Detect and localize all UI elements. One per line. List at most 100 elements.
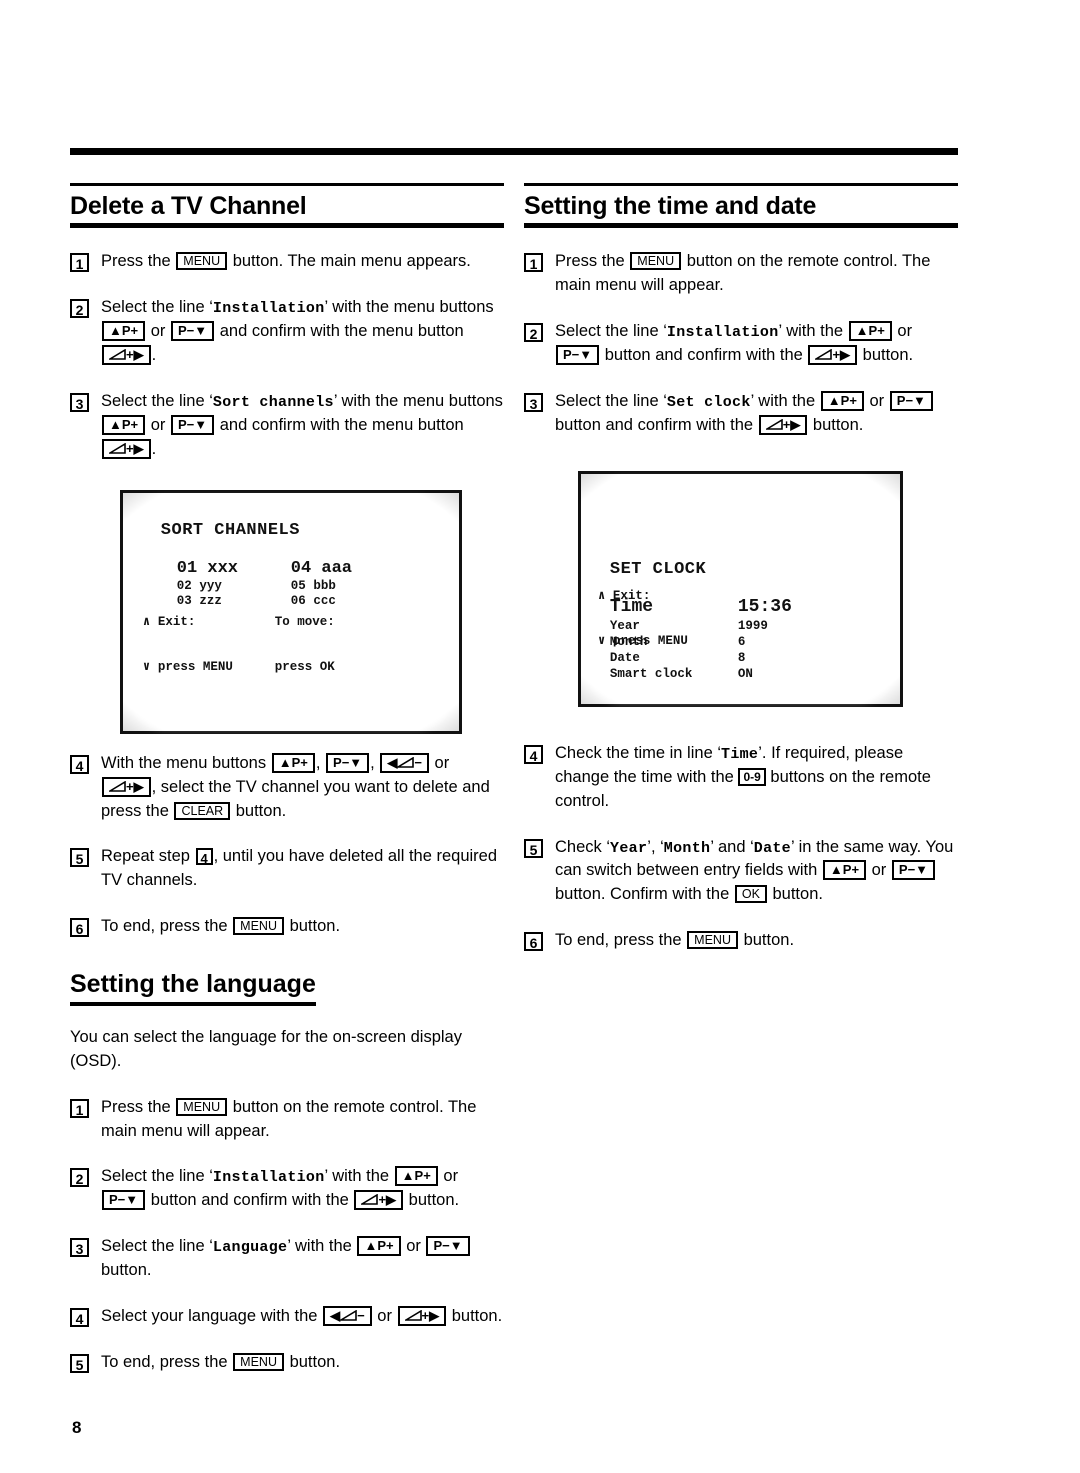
step-number: 4 xyxy=(70,754,89,774)
step-item: 6 To end, press the MENU button. xyxy=(70,915,504,939)
key-label-plus: + xyxy=(300,754,308,770)
step-text-part: button. xyxy=(772,885,823,904)
key-menu[interactable]: MENU xyxy=(630,252,682,271)
quote-close: ’ xyxy=(333,391,337,410)
triangle-right-icon: ▶ xyxy=(386,1192,397,1208)
tv-screen: SORT CHANNELS 01 xxx 02 yyy 03 zzz 04 aa… xyxy=(138,507,444,720)
key-program-up[interactable]: ▲P+ xyxy=(848,321,892,342)
menu-item-name: Set clock xyxy=(666,393,751,411)
key-label-p: P xyxy=(109,1192,118,1208)
step-number: 5 xyxy=(70,1354,89,1374)
step-item: 1 Press the MENU button. The main menu a… xyxy=(70,250,504,274)
comma: , xyxy=(315,753,321,772)
key-program-up[interactable]: ▲P+ xyxy=(102,414,146,435)
step-text-part: and xyxy=(717,837,746,856)
triangle-down-icon: ▼ xyxy=(913,392,926,408)
section-title-set-language: Setting the language xyxy=(70,971,316,1006)
key-program-up[interactable]: ▲P+ xyxy=(271,752,315,773)
key-program-up[interactable]: ▲P+ xyxy=(102,321,146,342)
key-label-p: P xyxy=(178,416,187,432)
key-volume-down[interactable]: ◀ − xyxy=(323,1306,372,1327)
quote-close: ’ xyxy=(778,322,782,341)
step-number: 1 xyxy=(524,253,543,273)
step-text-part: Select the line xyxy=(101,298,205,317)
key-program-up[interactable]: ▲P+ xyxy=(820,390,864,411)
section-intro-set-language: You can select the language for the on-s… xyxy=(70,1027,462,1070)
key-menu[interactable]: MENU xyxy=(687,931,738,950)
step-text-part: with the xyxy=(758,391,816,410)
step-text-part: Press the xyxy=(101,1097,171,1116)
step-text-part: With the menu buttons xyxy=(101,753,267,772)
key-digits[interactable]: 0-9 xyxy=(738,767,766,786)
triangle-down-icon: ▼ xyxy=(349,754,363,770)
key-label-p: P xyxy=(333,754,342,770)
step-item: 1 Press the MENU button on the remote co… xyxy=(524,250,958,298)
step-text-part: and confirm with the menu button xyxy=(219,415,464,434)
volume-wedge-icon xyxy=(813,347,833,362)
key-menu[interactable]: MENU xyxy=(233,917,284,936)
step-text: Select the line ‘Installation’ with the … xyxy=(101,1165,504,1213)
channel-row[interactable]: 04 aaa xyxy=(291,559,352,579)
key-menu[interactable]: MENU xyxy=(233,1353,284,1372)
key-label-p: P xyxy=(868,323,878,339)
step-item: 6 To end, press the MENU button. xyxy=(524,929,958,953)
step-text-part: Select the line xyxy=(555,322,659,341)
step-item: 3 Select the line ‘Set clock’ with the ▲… xyxy=(524,390,958,438)
step-text-part: with the xyxy=(786,322,844,341)
key-label-plus: + xyxy=(126,440,134,456)
key-program-down[interactable]: P−▼ xyxy=(889,390,933,411)
key-menu[interactable]: MENU xyxy=(176,252,228,271)
key-program-down[interactable]: P−▼ xyxy=(891,860,936,881)
step-number: 6 xyxy=(70,918,89,938)
key-volume-up[interactable]: +▶ xyxy=(102,345,151,366)
channel-name: aaa xyxy=(321,559,353,579)
step-text-part: . xyxy=(151,346,157,365)
rule-thick xyxy=(70,223,504,229)
key-volume-up[interactable]: +▶ xyxy=(758,414,808,435)
key-menu[interactable]: MENU xyxy=(176,1097,228,1116)
step-text-part: or xyxy=(434,753,450,772)
triangle-left-icon: ◀ xyxy=(330,1308,341,1324)
key-label-plus: + xyxy=(130,416,139,432)
key-program-up[interactable]: ▲P+ xyxy=(822,860,867,881)
step-text-part: button. xyxy=(812,415,864,434)
key-clear[interactable]: CLEAR xyxy=(174,801,231,820)
osd-footer-line: ∧ Exit: xyxy=(142,615,196,630)
step-text-part: button. xyxy=(289,917,341,936)
triangle-up-icon: ▲ xyxy=(364,1238,378,1254)
triangle-right-icon: ▶ xyxy=(133,778,144,794)
quote-close: ’ xyxy=(324,298,328,317)
key-volume-up[interactable]: +▶ xyxy=(354,1190,404,1211)
triangle-down-icon: ▼ xyxy=(579,347,593,363)
key-volume-down[interactable]: ◀ − xyxy=(380,752,429,773)
step-text-part: Press the xyxy=(101,252,171,271)
step-text: To end, press the MENU button. xyxy=(101,915,504,939)
step-text: Press the MENU button on the remote cont… xyxy=(555,250,958,298)
key-label-plus: + xyxy=(378,1192,387,1208)
key-volume-up[interactable]: +▶ xyxy=(397,1306,447,1327)
tv-screenshot-sort-channels: SORT CHANNELS 01 xxx 02 yyy 03 zzz 04 aa… xyxy=(120,490,462,734)
key-program-up[interactable]: ▲P+ xyxy=(394,1166,438,1187)
step-text-part: or xyxy=(377,1307,392,1326)
step-item: 4 Check the time in line ‘Time’. If requ… xyxy=(524,742,958,814)
step-text-part: with the menu buttons xyxy=(332,298,494,317)
key-program-down[interactable]: P−▼ xyxy=(556,345,600,366)
key-program-down[interactable]: P−▼ xyxy=(171,321,215,342)
step-text-part: button. Confirm with the xyxy=(555,885,730,904)
key-label-minus: − xyxy=(442,1238,450,1254)
key-program-up[interactable]: ▲P+ xyxy=(357,1236,401,1257)
key-volume-up[interactable]: +▶ xyxy=(102,438,151,459)
key-program-down[interactable]: P−▼ xyxy=(426,1236,470,1257)
channel-row[interactable]: 01 xxx xyxy=(177,559,238,579)
key-program-down[interactable]: P−▼ xyxy=(102,1190,146,1211)
key-program-down[interactable]: P−▼ xyxy=(326,752,370,773)
triangle-up-icon: ▲ xyxy=(827,392,841,408)
quote-close: ’ xyxy=(790,837,795,856)
clock-value: 15:36 xyxy=(737,596,792,617)
key-volume-up[interactable]: +▶ xyxy=(808,345,858,366)
step-item: 5 Repeat step 4, until you have deleted … xyxy=(70,845,504,893)
key-volume-up[interactable]: +▶ xyxy=(102,776,151,797)
key-ok[interactable]: OK xyxy=(734,885,767,904)
step-text-part: button. The main menu appears. xyxy=(232,252,471,271)
key-program-down[interactable]: P−▼ xyxy=(171,414,215,435)
